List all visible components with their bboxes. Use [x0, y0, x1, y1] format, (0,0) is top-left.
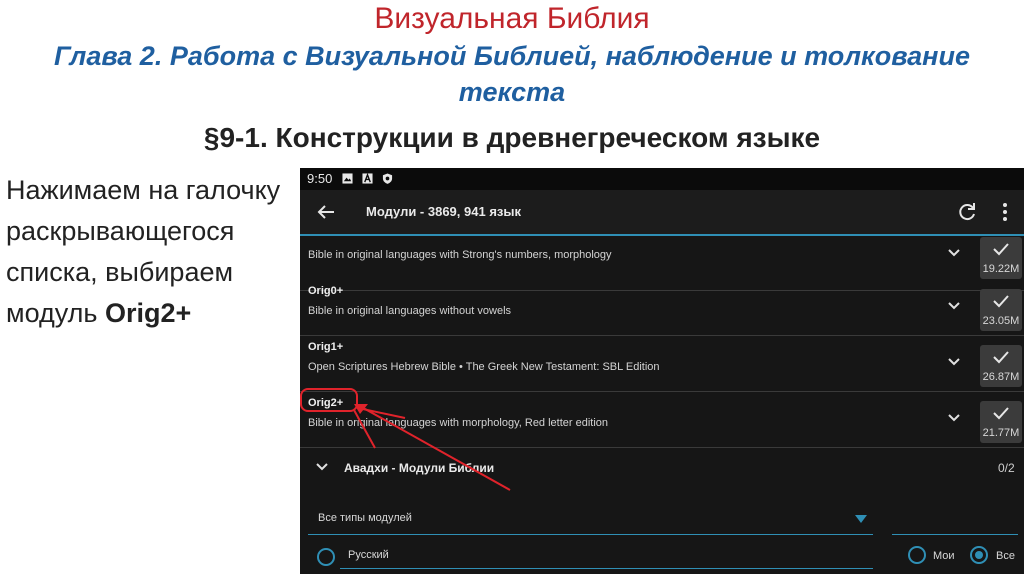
module-size: 21.77M — [982, 427, 1020, 439]
dropdown-arrow-icon[interactable] — [854, 514, 868, 524]
module-code: Orig1+ — [308, 341, 344, 353]
module-type-value: Все типы модулей — [318, 512, 412, 524]
install-button[interactable]: 19.22M — [980, 237, 1022, 279]
all-radio[interactable] — [970, 546, 988, 564]
mine-radio-label: Мои — [933, 550, 955, 562]
language-radio[interactable] — [317, 548, 335, 566]
instruction-text: Нажимаем на галочку раскрывающегося спис… — [6, 170, 291, 334]
module-code: Orig2+ — [308, 397, 344, 409]
instruction-module: Orig2+ — [104, 298, 192, 328]
search-field[interactable] — [892, 504, 1018, 535]
slide-subtitle: Глава 2. Работа с Визуальной Библией, на… — [53, 41, 970, 107]
group-count: 0/2 — [998, 461, 1015, 475]
check-icon — [993, 243, 1009, 256]
module-type-select[interactable]: Все типы модулей — [308, 504, 873, 535]
module-size: 23.05M — [982, 315, 1020, 327]
mine-radio[interactable] — [908, 546, 926, 564]
image-icon — [342, 173, 353, 184]
check-icon — [993, 295, 1009, 308]
language-value: Русский — [348, 549, 389, 561]
install-button[interactable]: 23.05M — [980, 289, 1022, 331]
module-description: Bible in original languages without vowe… — [308, 305, 512, 317]
font-icon — [362, 173, 373, 184]
section-heading: §9-1. Конструкции в древнегреческом язык… — [203, 122, 821, 153]
more-vertical-icon[interactable] — [993, 200, 1017, 224]
chevron-down-icon[interactable] — [946, 354, 962, 370]
language-field[interactable]: Русский — [340, 544, 873, 569]
status-time: 9:50 — [307, 171, 333, 186]
back-arrow-icon[interactable] — [314, 200, 338, 224]
module-description: Bible in original languages with morphol… — [308, 417, 609, 429]
status-bar: 9:50 — [300, 168, 1024, 190]
refresh-icon[interactable] — [955, 200, 979, 224]
check-icon — [993, 351, 1009, 364]
module-size: 19.22M — [982, 263, 1020, 275]
chevron-down-icon[interactable] — [946, 410, 962, 426]
app-bar-title: Модули - 3869, 941 язык — [366, 204, 521, 219]
module-description: Bible in original languages with Strong'… — [308, 249, 612, 261]
module-row[interactable]: Orig0+ Bible in original languages witho… — [300, 280, 1024, 336]
module-row-orig2[interactable]: Orig2+ Bible in original languages with … — [300, 392, 1024, 448]
module-description: Open Scriptures Hebrew Bible • The Greek… — [308, 361, 660, 373]
module-size: 26.87M — [982, 371, 1020, 383]
slide-title: Визуальная Библия — [374, 2, 650, 35]
install-button[interactable]: 21.77M — [980, 401, 1022, 443]
shield-icon — [382, 173, 393, 184]
check-icon — [993, 407, 1009, 420]
chevron-down-icon[interactable] — [946, 298, 962, 314]
module-row[interactable]: Orig1+ Open Scriptures Hebrew Bible • Th… — [300, 336, 1024, 392]
language-row: Русский Мои Все — [300, 540, 1024, 574]
module-group-row[interactable]: Авадхи - Модули Библии 0/2 — [300, 448, 1024, 488]
phone-screen: 9:50 Модули - 3869, 941 язык Bible in or… — [300, 168, 1024, 574]
module-code: Orig0+ — [308, 285, 344, 297]
chevron-down-icon[interactable] — [946, 245, 962, 261]
app-bar: Модули - 3869, 941 язык — [300, 190, 1024, 236]
chevron-down-icon[interactable] — [314, 459, 330, 475]
all-radio-label: Все — [996, 550, 1015, 562]
install-button[interactable]: 26.87M — [980, 345, 1022, 387]
group-title: Авадхи - Модули Библии — [344, 461, 495, 475]
